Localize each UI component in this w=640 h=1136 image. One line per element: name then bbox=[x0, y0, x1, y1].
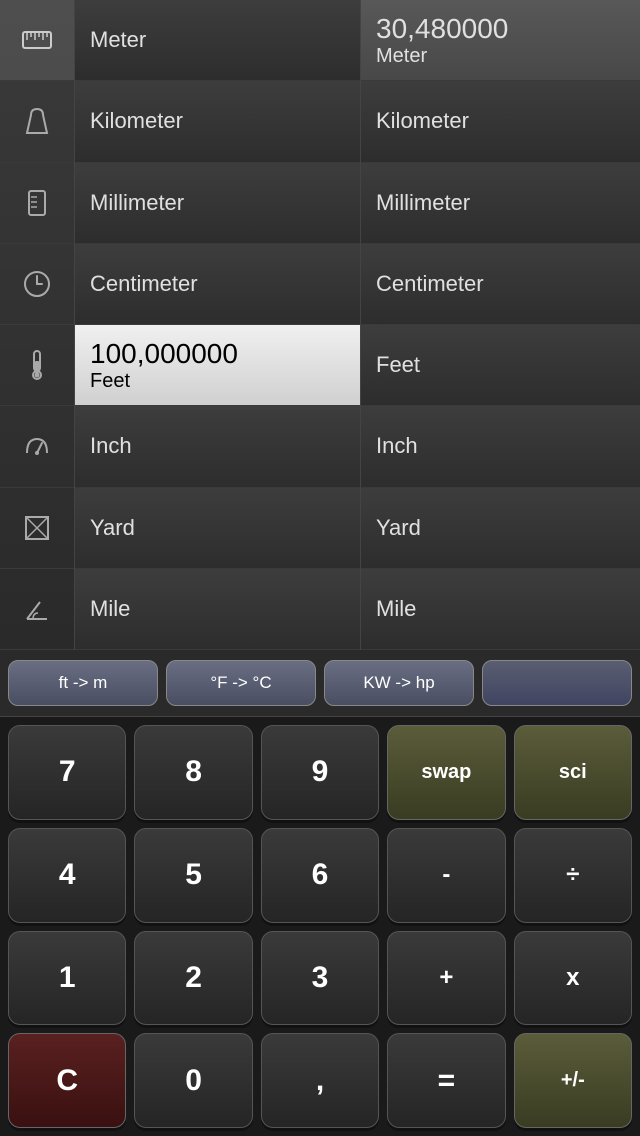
unit-meter-left[interactable]: Meter bbox=[75, 0, 360, 81]
unit-inch-left-label: Inch bbox=[90, 433, 132, 459]
key-6[interactable]: 6 bbox=[261, 828, 379, 923]
sidebar-item-time[interactable] bbox=[0, 244, 74, 325]
unit-millimeter-right[interactable]: Millimeter bbox=[361, 163, 640, 244]
key-clear[interactable]: C bbox=[8, 1033, 126, 1128]
key-7[interactable]: 7 bbox=[8, 725, 126, 820]
unit-meter-right-label: Meter bbox=[376, 45, 508, 68]
key-equals[interactable]: = bbox=[387, 1033, 505, 1128]
key-3[interactable]: 3 bbox=[261, 931, 379, 1026]
quick-convert-bar: ft -> m °F -> °C KW -> hp bbox=[0, 650, 640, 717]
key-1[interactable]: 1 bbox=[8, 931, 126, 1026]
unit-meter-right-value: 30,480000 bbox=[376, 13, 508, 45]
unit-meter-right[interactable]: 30,480000 Meter bbox=[361, 0, 640, 81]
unit-yard-right-label: Yard bbox=[376, 515, 421, 541]
key-comma[interactable]: , bbox=[261, 1033, 379, 1128]
quick-btn-f-c[interactable]: °F -> °C bbox=[166, 660, 316, 706]
quick-btn-ft-m[interactable]: ft -> m bbox=[8, 660, 158, 706]
unit-feet-left-label: Feet bbox=[90, 370, 238, 393]
key-4[interactable]: 4 bbox=[8, 828, 126, 923]
unit-list-right: 30,480000 Meter Kilometer Millimeter Cen… bbox=[361, 0, 640, 650]
unit-meter-left-label: Meter bbox=[90, 27, 146, 53]
unit-inch-right-label: Inch bbox=[376, 433, 418, 459]
unit-mile-left-label: Mile bbox=[90, 596, 130, 622]
keypad: 7 8 9 swap sci 4 5 6 bbox=[0, 717, 640, 1136]
key-multiply[interactable]: x bbox=[514, 931, 632, 1026]
unit-inch-right[interactable]: Inch bbox=[361, 406, 640, 487]
unit-yard-left[interactable]: Yard bbox=[75, 488, 360, 569]
key-5[interactable]: 5 bbox=[134, 828, 252, 923]
unit-centimeter-right[interactable]: Centimeter bbox=[361, 244, 640, 325]
unit-centimeter-right-label: Centimeter bbox=[376, 271, 484, 297]
calculator-section: ft -> m °F -> °C KW -> hp 7 8 9 swap bbox=[0, 650, 640, 1136]
key-0[interactable]: 0 bbox=[134, 1033, 252, 1128]
unit-kilometer-right-label: Kilometer bbox=[376, 108, 469, 134]
unit-inch-left[interactable]: Inch bbox=[75, 406, 360, 487]
key-sci[interactable]: sci bbox=[514, 725, 632, 820]
key-minus[interactable]: - bbox=[387, 828, 505, 923]
sidebar bbox=[0, 0, 75, 650]
sidebar-item-volume[interactable] bbox=[0, 163, 74, 244]
unit-mile-right[interactable]: Mile bbox=[361, 569, 640, 650]
unit-yard-left-label: Yard bbox=[90, 515, 135, 541]
unit-mile-left[interactable]: Mile bbox=[75, 569, 360, 650]
key-plusminus[interactable]: +/- bbox=[514, 1033, 632, 1128]
converter-area: Meter Kilometer Millimeter Centimeter 10… bbox=[0, 0, 640, 650]
unit-feet-left-value: 100,000000 bbox=[90, 338, 238, 370]
key-9[interactable]: 9 bbox=[261, 725, 379, 820]
sidebar-item-area[interactable] bbox=[0, 488, 74, 569]
sidebar-item-angle[interactable] bbox=[0, 569, 74, 650]
unit-millimeter-right-label: Millimeter bbox=[376, 190, 470, 216]
unit-mile-right-label: Mile bbox=[376, 596, 416, 622]
quick-btn-extra[interactable] bbox=[482, 660, 632, 706]
unit-kilometer-left-label: Kilometer bbox=[90, 108, 183, 134]
key-divide[interactable]: ÷ bbox=[514, 828, 632, 923]
quick-btn-kw-hp[interactable]: KW -> hp bbox=[324, 660, 474, 706]
unit-yard-right[interactable]: Yard bbox=[361, 488, 640, 569]
unit-millimeter-left[interactable]: Millimeter bbox=[75, 163, 360, 244]
unit-feet-right-label: Feet bbox=[376, 352, 420, 378]
unit-centimeter-left-label: Centimeter bbox=[90, 271, 198, 297]
key-plus[interactable]: + bbox=[387, 931, 505, 1026]
unit-kilometer-right[interactable]: Kilometer bbox=[361, 81, 640, 162]
unit-centimeter-left[interactable]: Centimeter bbox=[75, 244, 360, 325]
unit-kilometer-left[interactable]: Kilometer bbox=[75, 81, 360, 162]
unit-list-left: Meter Kilometer Millimeter Centimeter 10… bbox=[75, 0, 361, 650]
sidebar-item-temperature[interactable] bbox=[0, 325, 74, 406]
unit-millimeter-left-label: Millimeter bbox=[90, 190, 184, 216]
sidebar-item-speed[interactable] bbox=[0, 406, 74, 487]
key-8[interactable]: 8 bbox=[134, 725, 252, 820]
sidebar-item-weight[interactable] bbox=[0, 81, 74, 162]
key-2[interactable]: 2 bbox=[134, 931, 252, 1026]
unit-feet-left[interactable]: 100,000000 Feet bbox=[75, 325, 360, 406]
unit-feet-right[interactable]: Feet bbox=[361, 325, 640, 406]
sidebar-item-ruler[interactable] bbox=[0, 0, 74, 81]
key-swap[interactable]: swap bbox=[387, 725, 505, 820]
